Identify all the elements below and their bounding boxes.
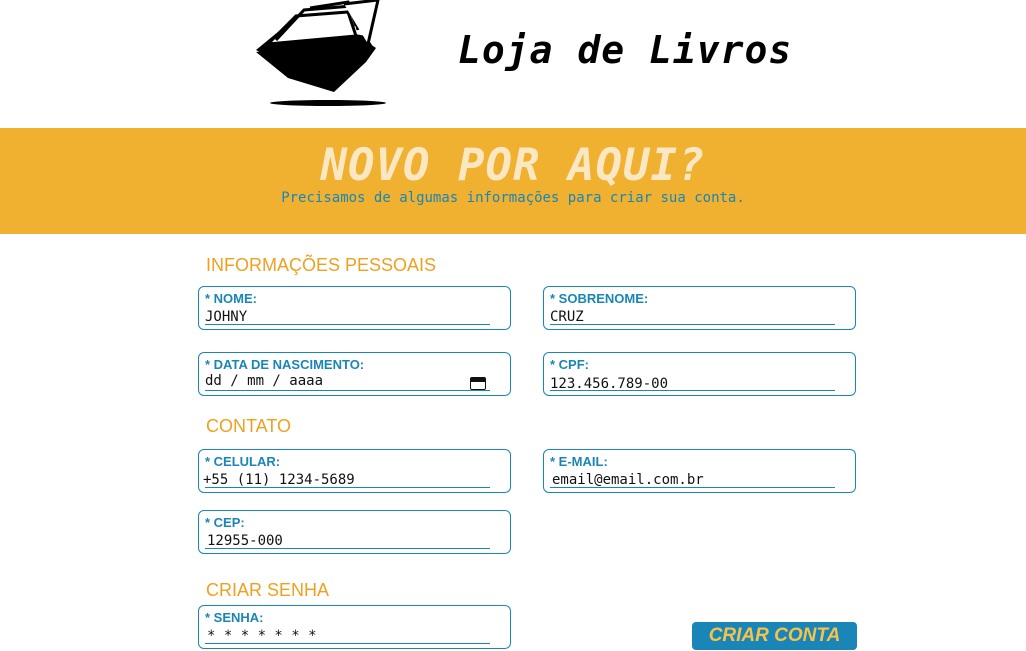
senha-input[interactable]: * * * * * * * [207,628,317,644]
banner-subtitle: Precisamos de algumas informações para c… [281,190,745,206]
cpf-label: * CPF: [550,357,589,372]
senha-underline [205,643,490,644]
email-input[interactable]: email@email.com.br [552,472,704,488]
criar-conta-button[interactable]: CRIAR CONTA [692,622,857,650]
cep-label: * CEP: [205,515,245,530]
nome-field[interactable]: * NOME: JOHNY [198,286,511,330]
open-book-icon [256,0,386,106]
nome-input[interactable]: JOHNY [205,309,247,325]
cpf-field[interactable]: * CPF: 123.456.789-00 [543,352,856,396]
section-personal-title: INFORMAÇÕES PESSOAIS [206,255,437,275]
nascimento-field[interactable]: * DATA DE NASCIMENTO: dd / mm / aaaa [198,352,511,396]
email-field[interactable]: * E-MAIL: email@email.com.br [543,449,856,493]
calendar-icon[interactable] [470,377,486,390]
celular-input[interactable]: +55 (11) 1234-5689 [203,472,355,488]
sobrenome-input[interactable]: CRUZ [550,309,584,325]
sobrenome-label: * SOBRENOME: [550,291,649,306]
nome-label: * NOME: [205,291,257,306]
email-label: * E-MAIL: [550,454,608,469]
cep-field[interactable]: * CEP: 12955-000 [198,510,511,554]
email-underline [550,487,835,488]
sobrenome-underline [550,324,835,325]
cpf-underline [550,390,835,391]
section-contact-title: CONTATO [206,416,291,436]
sobrenome-field[interactable]: * SOBRENOME: CRUZ [543,286,856,330]
cep-input[interactable]: 12955-000 [207,533,283,549]
nascimento-underline [205,390,490,391]
senha-label: * SENHA: [205,610,264,625]
nascimento-input[interactable]: dd / mm / aaaa [205,373,323,389]
banner-title: NOVO POR AQUI? [320,140,706,191]
site-title: Loja de Livros [458,28,793,72]
section-password-title: CRIAR SENHA [206,580,330,600]
celular-label: * CELULAR: [205,454,281,469]
senha-field[interactable]: * SENHA: * * * * * * * [198,605,511,649]
celular-field[interactable]: * CELULAR: +55 (11) 1234-5689 [198,449,511,493]
cep-underline [205,548,490,549]
celular-underline [205,487,490,488]
nome-underline [205,324,490,325]
nascimento-label: * DATA DE NASCIMENTO: [205,357,365,372]
